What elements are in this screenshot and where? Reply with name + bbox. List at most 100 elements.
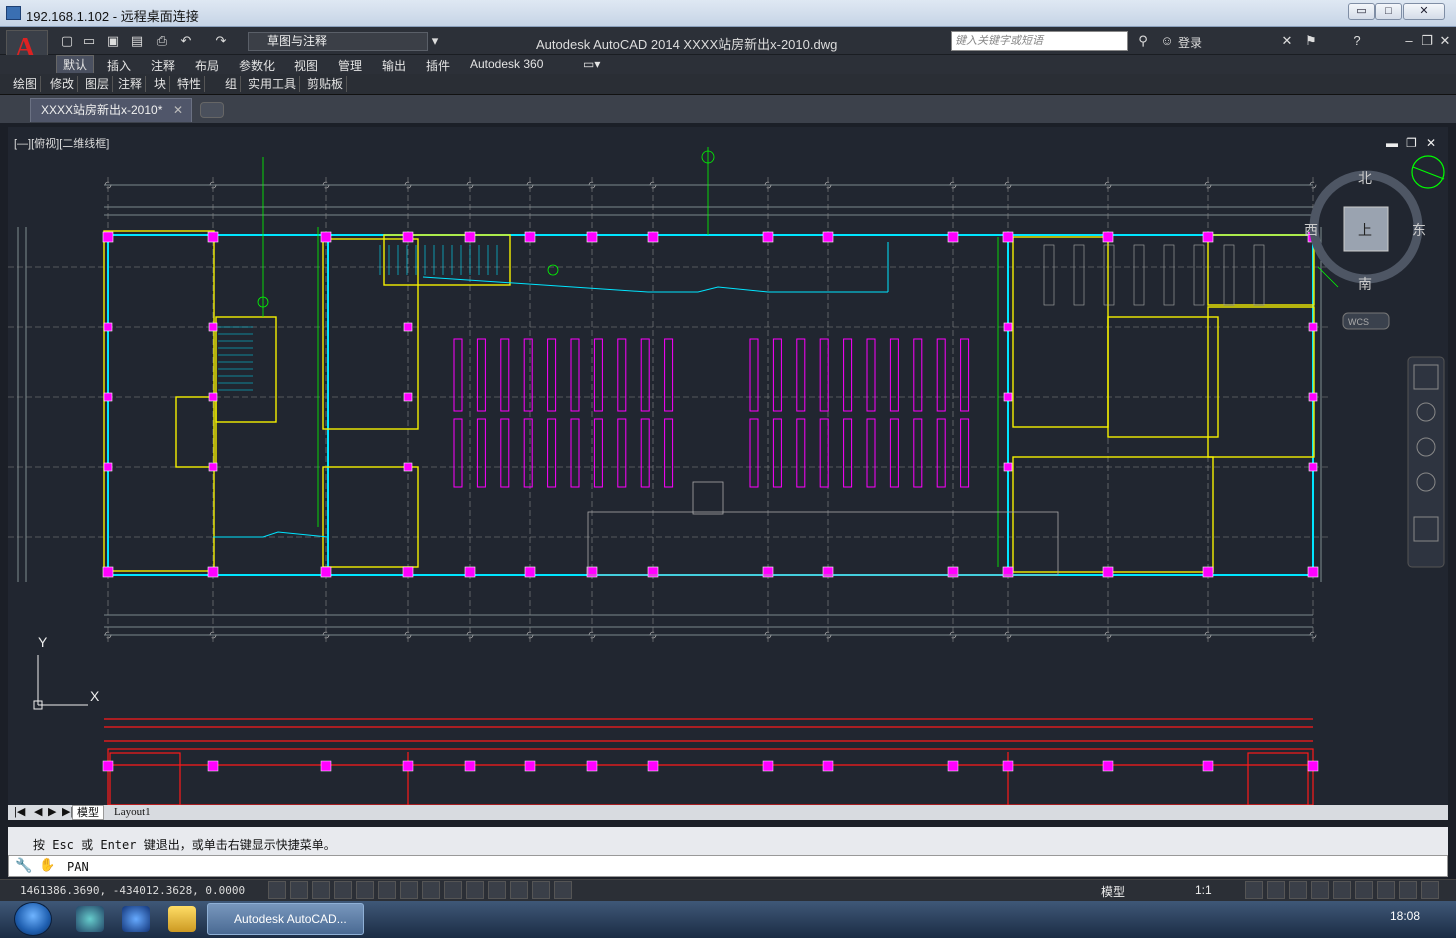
hardware-accel-icon[interactable] [1377,881,1395,899]
drawing-viewport[interactable]: Y X 上 北 南 东 西 WCS ▬ ❐ ✕ [8,127,1448,805]
column [464,566,476,578]
save-as-icon[interactable]: ▤ [128,32,146,50]
panel-draw[interactable]: 绘图 [10,76,42,92]
lineweight-icon[interactable] [488,881,506,899]
tab-layout1[interactable]: Layout1 [110,805,155,820]
tab-model[interactable]: 模型 [72,805,104,820]
object-snap-icon[interactable] [378,881,396,899]
tab-output[interactable]: 输出 [382,57,406,74]
browser-taskbar-icon[interactable] [122,906,150,932]
ortho-mode-icon[interactable] [334,881,352,899]
layout-view-icon[interactable] [1245,881,1263,899]
navigation-bar[interactable] [1407,356,1445,568]
a360-icon[interactable]: ⚑ [1302,32,1320,50]
restore-button[interactable]: □ [1375,3,1402,20]
redo-icon[interactable]: ↷ [212,32,230,50]
transparency-icon[interactable] [510,881,528,899]
autocad-task-button[interactable]: Autodesk AutoCAD... [207,903,364,935]
panel-properties[interactable]: 特性 [174,76,206,92]
open-file-icon[interactable]: ▭ [80,32,98,50]
panel-groups[interactable]: 组 [222,76,242,92]
ie-taskbar-icon[interactable] [76,906,104,932]
save-icon[interactable]: ▣ [104,32,122,50]
tab-autodesk-360[interactable]: Autodesk 360 [470,57,543,71]
plot-icon[interactable]: ⎙ [153,32,171,50]
model-space-label[interactable]: 模型 [1101,883,1125,900]
column [1102,231,1114,243]
column [1102,566,1114,578]
seat-row [749,338,759,412]
selection-cycling-icon[interactable] [554,881,572,899]
clean-screen-icon[interactable] [1421,881,1439,899]
tab-insert[interactable]: 插入 [107,57,131,74]
panel-annotation[interactable]: 注释 [115,76,147,92]
seat-row [664,338,674,412]
pan-hand-icon[interactable]: ✋ [39,858,55,873]
document-tab[interactable]: XXXX站房新出x-2010* ✕ [30,98,192,122]
search-input[interactable]: 键入关键字或短语 [951,31,1128,51]
object-snap-tracking-icon[interactable] [422,881,440,899]
qat-more-chevron-down-icon[interactable]: ▾ [426,32,444,50]
new-file-icon[interactable]: ▢ [58,32,76,50]
workspace-dropdown[interactable]: 草图与注释 [248,32,428,51]
user-icon[interactable]: ☺ [1158,32,1176,50]
acad-restore-icon[interactable]: ❐ [1418,32,1436,50]
seat-row [843,338,853,412]
close-tab-icon[interactable]: ✕ [173,99,183,121]
minimize-button[interactable]: ▭ [1348,3,1375,20]
acad-minimize-icon[interactable]: – [1400,32,1418,50]
tab-parametric[interactable]: 参数化 [239,57,275,74]
3d-osnap-icon[interactable] [400,881,418,899]
dynamic-ucs-icon[interactable] [444,881,462,899]
tab-annotate[interactable]: 注释 [151,57,175,74]
quick-view-icon[interactable] [1267,881,1285,899]
dynamic-input-icon[interactable] [466,881,484,899]
annotation-scale[interactable]: 1:1 [1195,883,1212,897]
tab-default[interactable]: 默认 [56,55,95,73]
help-icon[interactable]: ? [1348,32,1366,50]
column [822,566,834,578]
isolate-objects-icon[interactable] [1399,881,1417,899]
viewport-minimize-icon[interactable]: ▬ [1386,136,1398,150]
tab-plugins[interactable]: 插件 [426,57,450,74]
start-button-icon[interactable] [14,902,52,936]
column [403,392,413,402]
new-tab-button[interactable] [200,102,224,118]
panel-utilities[interactable]: 实用工具 [245,76,301,92]
panel-clipboard[interactable]: 剪贴板 [304,76,348,92]
ribbon-toggle-icon[interactable]: ▭▾ [583,57,600,71]
command-input[interactable]: 🔧 ✋ PAN [8,855,1448,877]
panel-block[interactable]: 块 [151,76,171,92]
close-button[interactable]: ✕ [1403,3,1445,20]
viewcube[interactable]: 上 北 南 东 西 WCS [1304,155,1445,330]
tab-layout[interactable]: 布局 [195,57,219,74]
viewport-close-icon[interactable]: ✕ [1426,136,1436,150]
panel-layers[interactable]: 图层 [82,76,114,92]
customize-wrench-icon[interactable]: 🔧 [15,858,32,874]
panel-modify[interactable]: 修改 [47,76,79,92]
autoscale-icon[interactable] [1311,881,1329,899]
lock-ui-icon[interactable] [1355,881,1373,899]
viewport-restore-icon[interactable]: ❐ [1406,136,1417,150]
acad-close-icon[interactable]: ✕ [1436,32,1454,50]
tab-view[interactable]: 视图 [294,57,318,74]
first-layout-icon[interactable]: |◀ [10,805,29,820]
grid-display-icon[interactable] [312,881,330,899]
compass-west: 西 [1304,222,1318,238]
undo-icon[interactable]: ↶ [177,32,195,50]
quick-properties-icon[interactable] [532,881,550,899]
polar-tracking-icon[interactable] [356,881,374,899]
snap-mode-icon[interactable] [290,881,308,899]
tab-manage[interactable]: 管理 [338,57,362,74]
exchange-icon[interactable]: ✕ [1278,32,1296,50]
column [320,566,332,578]
column [762,566,774,578]
annotation-visibility-icon[interactable] [1289,881,1307,899]
workspace-switch-icon[interactable] [1333,881,1351,899]
viewport-controls-label[interactable]: [—][俯视][二维线框] [14,135,109,151]
coordinates-readout[interactable]: 1461386.3690, -434012.3628, 0.0000 [20,884,245,897]
infer-constraints-icon[interactable] [268,881,286,899]
folder-taskbar-icon[interactable] [168,906,196,932]
binoculars-icon[interactable]: ⚲ [1134,32,1152,50]
login-link[interactable]: 登录 [1178,34,1202,51]
